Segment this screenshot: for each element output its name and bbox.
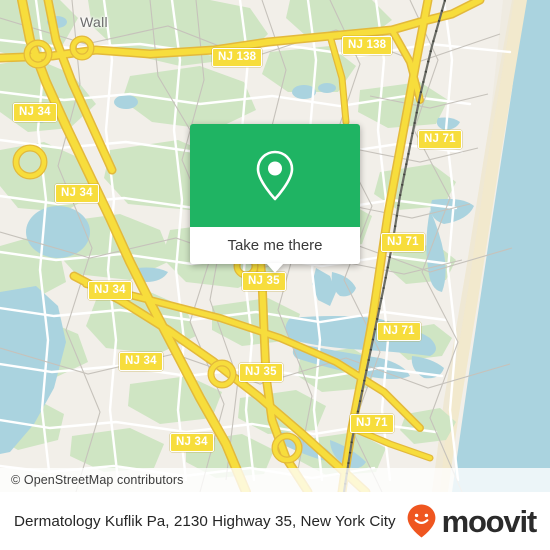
road-shield: NJ 71 [350, 414, 394, 433]
road-shield-label: NJ 34 [176, 436, 208, 448]
location-address: Dermatology Kuflik Pa, 2130 Highway 35, … [14, 512, 396, 530]
road-shield-label: NJ 138 [218, 51, 257, 63]
road-shield-label: NJ 35 [245, 366, 277, 378]
road-shield: NJ 34 [88, 281, 132, 300]
road-shield-label: NJ 71 [356, 417, 388, 429]
road-shield-label: NJ 34 [19, 106, 51, 118]
location-popup[interactable]: Take me there [190, 124, 360, 273]
road-shield: NJ 34 [13, 103, 57, 122]
road-shield: NJ 35 [242, 272, 286, 291]
map-screenshot: Wall NJ 138 NJ 138 NJ 34 NJ 34 NJ 34 NJ 34 NJ … [0, 0, 550, 550]
road-shield: NJ 138 [212, 48, 263, 67]
road-shield-label: NJ 34 [61, 187, 93, 199]
road-shield-label: NJ 71 [383, 325, 415, 337]
moovit-wordmark: moovit [441, 503, 538, 539]
road-shield-label: NJ 34 [94, 284, 126, 296]
map-pin-icon [256, 150, 294, 200]
popup-cta[interactable]: Take me there [190, 227, 360, 273]
attribution-text: © OpenStreetMap contributors [11, 473, 184, 487]
map-attribution: © OpenStreetMap contributors [0, 468, 550, 492]
popup-tail [266, 263, 284, 273]
road-shield-label: NJ 71 [387, 236, 419, 248]
road-shield: NJ 138 [342, 36, 393, 55]
road-shield: NJ 71 [377, 322, 421, 341]
road-shield: NJ 35 [239, 363, 283, 382]
info-bar: Dermatology Kuflik Pa, 2130 Highway 35, … [0, 492, 550, 550]
road-shield-label: NJ 71 [424, 133, 456, 145]
popup-cta-label: Take me there [227, 237, 323, 254]
road-shield: NJ 34 [170, 433, 214, 452]
popup-header [190, 124, 360, 227]
moovit-smiley-pin-icon [407, 504, 435, 538]
road-shield: NJ 71 [418, 130, 462, 149]
road-shield: NJ 34 [55, 184, 99, 203]
road-shield-label: NJ 138 [348, 39, 387, 51]
road-shield-label: NJ 35 [248, 275, 280, 287]
place-label-wall: Wall [80, 14, 108, 30]
road-shield-label: NJ 34 [125, 355, 157, 367]
moovit-branding[interactable]: moovit [405, 503, 538, 539]
road-shield: NJ 34 [119, 352, 163, 371]
road-shield: NJ 71 [381, 233, 425, 252]
